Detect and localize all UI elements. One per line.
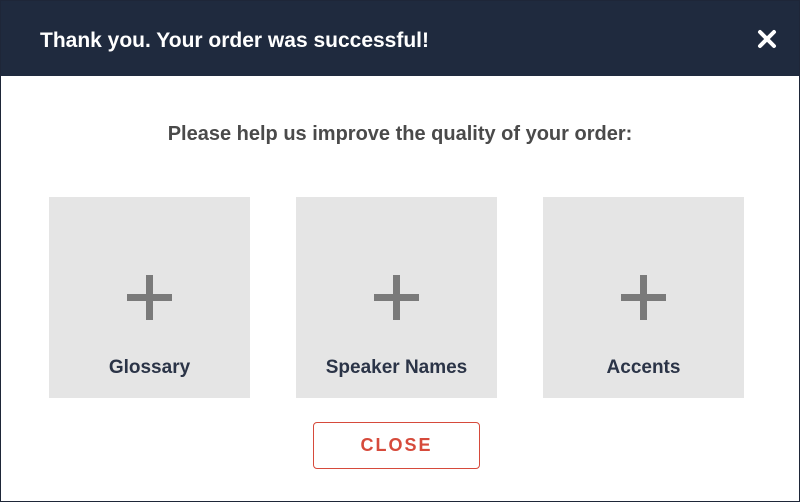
plus-icon [621, 275, 666, 320]
improve-quality-prompt: Please help us improve the quality of yo… [167, 123, 633, 145]
card-label-accents: Accents [606, 357, 681, 378]
close-icon[interactable] [756, 28, 778, 50]
dialog-title: Thank you. Your order was successful! [40, 29, 430, 52]
glossary-card[interactable]: Glossary [49, 197, 250, 398]
accents-card[interactable]: Accents [543, 197, 744, 398]
dialog-header: Thank you. Your order was successful! [1, 1, 799, 76]
plus-icon [374, 275, 419, 320]
order-success-dialog: Thank you. Your order was successful! Pl… [0, 0, 800, 502]
card-label-glossary: Glossary [108, 357, 191, 378]
plus-icon [127, 275, 172, 320]
speaker-names-card[interactable]: Speaker Names [296, 197, 497, 398]
close-button[interactable]: CLOSE [313, 422, 480, 469]
card-label-speaker-names: Speaker Names [325, 357, 468, 378]
